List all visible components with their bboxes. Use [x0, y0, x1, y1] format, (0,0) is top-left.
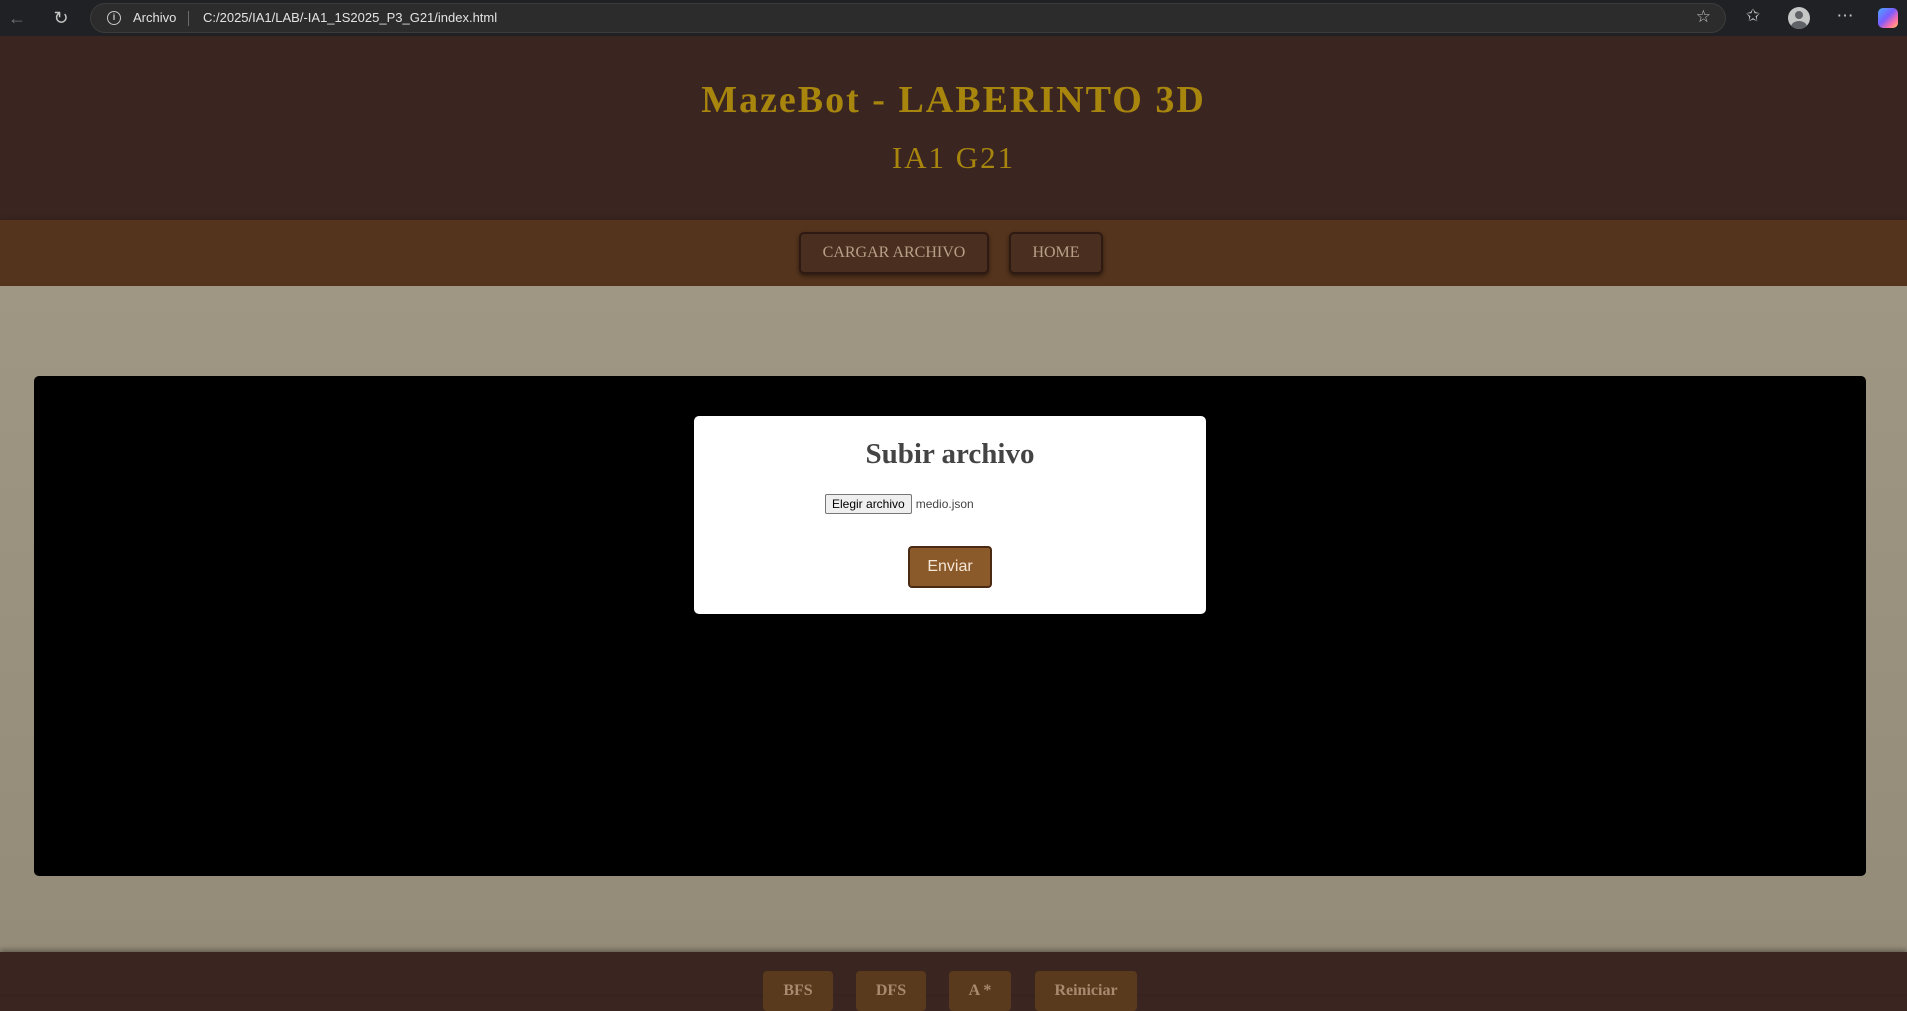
choose-file-button[interactable]: Elegir archivo — [825, 494, 912, 514]
info-icon[interactable]: i — [107, 11, 121, 25]
home-button[interactable]: HOME — [1009, 232, 1103, 274]
restart-button[interactable]: Reiniciar — [1035, 971, 1137, 1011]
profile-avatar-icon[interactable] — [1788, 7, 1810, 29]
bfs-button[interactable]: BFS — [763, 971, 833, 1011]
browser-toolbar: ← ↻ i Archivo C:/2025/IA1/LAB/-IA1_1S202… — [0, 0, 1907, 36]
a-star-button[interactable]: A * — [949, 971, 1011, 1011]
page-title: MazeBot - LABERINTO 3D — [701, 79, 1206, 121]
star-icon[interactable]: ☆ — [1696, 7, 1711, 27]
copilot-icon[interactable] — [1878, 8, 1898, 28]
site-header: MazeBot - LABERINTO 3D IA1 G21 — [0, 36, 1907, 220]
dfs-button[interactable]: DFS — [856, 971, 926, 1011]
submit-button[interactable]: Enviar — [908, 546, 992, 588]
selected-file-name: medio.json — [915, 497, 974, 511]
nav-bar: CARGAR ARCHIVO HOME — [0, 220, 1907, 286]
upload-modal: Subir archivo Elegir archivo medio.json E… — [694, 416, 1206, 614]
url-text[interactable]: C:/2025/IA1/LAB/-IA1_1S2025_P3_G21/index… — [203, 10, 497, 25]
file-input[interactable]: Elegir archivo medio.json — [825, 494, 974, 516]
load-file-button[interactable]: CARGAR ARCHIVO — [799, 232, 989, 274]
main-area — [0, 286, 1907, 952]
back-arrow-icon[interactable]: ← — [6, 7, 28, 29]
page-subtitle: IA1 G21 — [891, 140, 1016, 175]
modal-title: Subir archivo — [865, 438, 1035, 470]
more-icon[interactable]: ⋯ — [1833, 6, 1857, 26]
page: MazeBot - LABERINTO 3D IA1 G21 CARGAR AR… — [0, 36, 1907, 1011]
reload-icon[interactable]: ↻ — [50, 7, 72, 29]
algorithm-toolbar: BFS DFS A * Reiniciar — [0, 952, 1907, 1011]
address-separator — [188, 11, 189, 26]
site-info-label[interactable]: Archivo — [133, 10, 176, 25]
favorites-icon[interactable]: ✩ — [1741, 6, 1765, 26]
address-bar[interactable]: i Archivo C:/2025/IA1/LAB/-IA1_1S2025_P3… — [90, 3, 1726, 33]
